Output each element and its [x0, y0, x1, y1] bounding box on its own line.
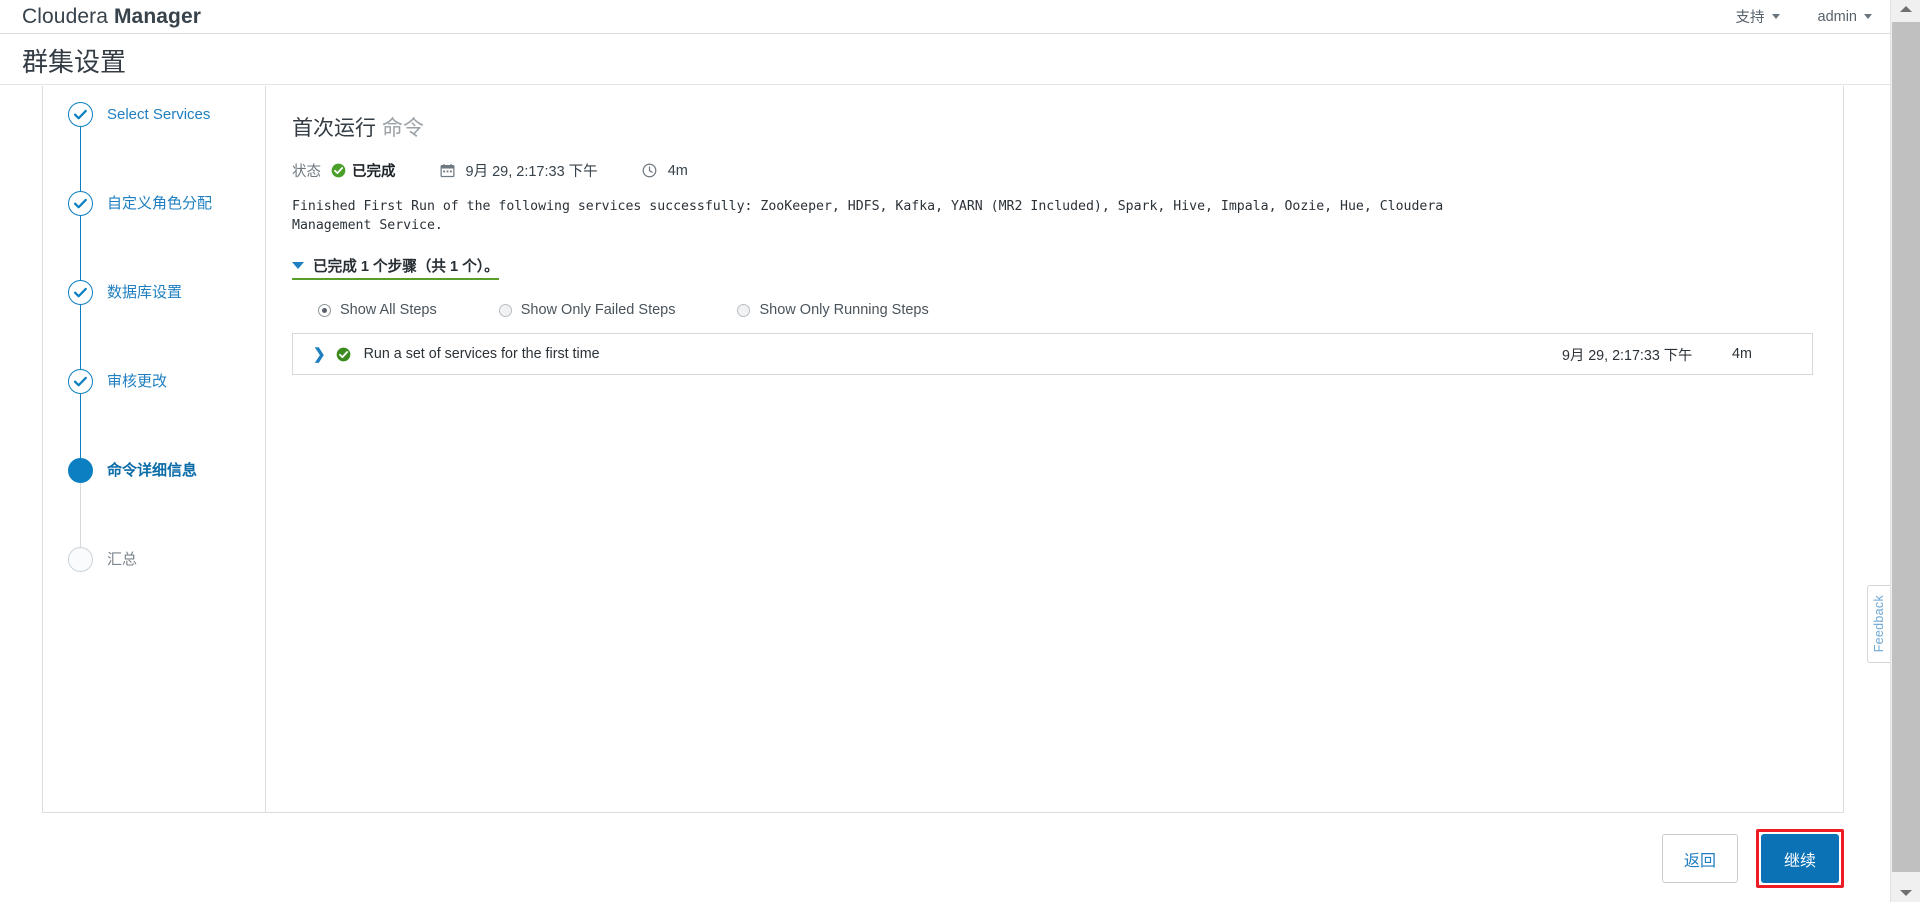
- radio-indicator: [318, 303, 331, 317]
- brand-name-bold: Manager: [113, 4, 202, 28]
- radio-label: Show All Steps: [340, 302, 437, 318]
- command-meta-row: 状态 已完成 9月 29, 2:17:33 下午 4m: [292, 160, 1813, 181]
- sidebar-item-custom-role-assignment[interactable]: 自定义角色分配: [43, 191, 265, 280]
- cloudera-manager-logo[interactable]: Cloudera Manager: [22, 5, 201, 29]
- step-time: 9月 29, 2:17:33 下午: [1562, 347, 1693, 364]
- duration-value: 4m: [667, 162, 688, 179]
- feedback-tab-label: Feedback: [1872, 595, 1886, 653]
- radio-label: Show Only Running Steps: [759, 302, 929, 318]
- pending-step-circle-icon: [68, 547, 93, 572]
- back-button[interactable]: 返回: [1662, 834, 1738, 883]
- top-navigation-bar: Cloudera Manager 支持 admin: [0, 0, 1890, 34]
- support-menu-label: 支持: [1735, 10, 1765, 26]
- success-check-icon: [336, 347, 351, 362]
- radio-label: Show Only Failed Steps: [520, 302, 676, 318]
- command-details-panel: 首次运行 命令 状态 已完成 9月 29, 2:17:33 下午 4m Fini…: [266, 86, 1843, 812]
- wizard-step-list: Select Services 自定义角色分配 数据库设置 审核更改 命令详细信…: [43, 86, 266, 812]
- continue-button-highlight: 继续: [1756, 829, 1844, 888]
- sidebar-item-label: 审核更改: [107, 373, 168, 390]
- command-duration: 4m: [642, 163, 688, 179]
- status-value: 已完成: [352, 164, 396, 180]
- wizard-card: Select Services 自定义角色分配 数据库设置 审核更改 命令详细信…: [42, 86, 1844, 813]
- command-steps-table: ❯ Run a set of services for the first ti…: [292, 333, 1813, 375]
- sidebar-item-command-details[interactable]: 命令详细信息: [43, 458, 265, 547]
- page-scrollbar[interactable]: [1890, 0, 1920, 902]
- sidebar-item-summary[interactable]: 汇总: [43, 547, 265, 636]
- sidebar-item-label: 数据库设置: [107, 284, 183, 301]
- step-connector: [80, 127, 81, 191]
- radio-indicator: [498, 303, 512, 317]
- success-check-icon: [331, 163, 346, 178]
- chevron-down-icon: [1771, 14, 1780, 19]
- status-badge: 已完成: [331, 160, 396, 181]
- user-menu-label: admin: [1817, 8, 1858, 25]
- radio-show-only-running-steps[interactable]: Show Only Running Steps: [737, 302, 929, 318]
- check-circle-icon: [68, 102, 93, 127]
- support-menu[interactable]: 支持: [1736, 6, 1780, 27]
- title-divider: [0, 84, 1890, 85]
- step-connector: [80, 394, 81, 458]
- step-connector: [80, 483, 81, 547]
- chevron-down-icon: [292, 262, 304, 269]
- radio-indicator: [737, 303, 751, 317]
- feedback-tab[interactable]: Feedback: [1867, 585, 1890, 663]
- step-connector: [80, 216, 81, 280]
- check-circle-icon: [68, 191, 93, 216]
- sidebar-item-label: 自定义角色分配: [107, 195, 213, 212]
- sidebar-item-database-setup[interactable]: 数据库设置: [43, 280, 265, 369]
- steps-collapse-toggle[interactable]: 已完成 1 个步骤（共 1 个）。: [292, 255, 499, 280]
- check-icon: [73, 376, 87, 387]
- check-icon: [73, 109, 87, 120]
- continue-button[interactable]: 继续: [1761, 834, 1839, 883]
- step-connector: [80, 305, 81, 369]
- radio-show-only-failed-steps[interactable]: Show Only Failed Steps: [498, 302, 676, 318]
- chevron-down-icon: [1864, 14, 1872, 19]
- footer-button-bar: 返回 继续: [1662, 829, 1844, 888]
- step-name: Run a set of services for the first time: [363, 346, 600, 362]
- command-title-main: 首次运行: [292, 117, 376, 140]
- top-bar-right-group: 支持 admin: [1736, 6, 1872, 27]
- check-circle-icon: [68, 369, 93, 394]
- step-filter-radio-group: Show All Steps Show Only Failed Steps Sh…: [318, 302, 1813, 318]
- check-icon: [73, 287, 87, 298]
- scrollbar-thumb[interactable]: [1892, 22, 1920, 872]
- sidebar-item-review-changes[interactable]: 审核更改: [43, 369, 265, 458]
- calendar-icon: [440, 163, 455, 178]
- table-row[interactable]: ❯ Run a set of services for the first ti…: [293, 334, 1812, 374]
- step-duration: 4m: [1732, 346, 1752, 362]
- sidebar-item-label: 汇总: [107, 551, 138, 568]
- command-description: Finished First Run of the following serv…: [292, 199, 1452, 233]
- triangle-up-icon: [1900, 6, 1912, 12]
- command-start-time: 9月 29, 2:17:33 下午: [440, 160, 598, 181]
- scroll-down-button[interactable]: [1891, 884, 1920, 902]
- page-title: 群集设置: [22, 47, 127, 77]
- clock-icon: [642, 163, 657, 178]
- sidebar-item-label: 命令详细信息: [107, 462, 198, 479]
- brand-name-light: Cloudera: [22, 4, 109, 28]
- start-time-value: 9月 29, 2:17:33 下午: [465, 164, 598, 180]
- check-circle-icon: [68, 280, 93, 305]
- sidebar-item-label: Select Services: [107, 106, 211, 123]
- status-label: 状态: [292, 164, 321, 180]
- triangle-down-icon: [1900, 890, 1912, 896]
- user-menu[interactable]: admin: [1817, 8, 1872, 25]
- radio-show-all-steps[interactable]: Show All Steps: [318, 302, 437, 318]
- scroll-up-button[interactable]: [1891, 0, 1920, 18]
- check-icon: [73, 198, 87, 209]
- sidebar-item-select-services[interactable]: Select Services: [43, 102, 265, 191]
- command-title-suffix: 命令: [381, 117, 424, 140]
- current-step-dot-icon: [68, 458, 93, 483]
- steps-collapse-label: 已完成 1 个步骤（共 1 个）。: [313, 259, 499, 275]
- wizard-footer: 返回 继续: [0, 813, 1890, 902]
- chevron-right-icon[interactable]: ❯: [313, 347, 326, 362]
- command-title: 首次运行 命令: [292, 112, 1813, 142]
